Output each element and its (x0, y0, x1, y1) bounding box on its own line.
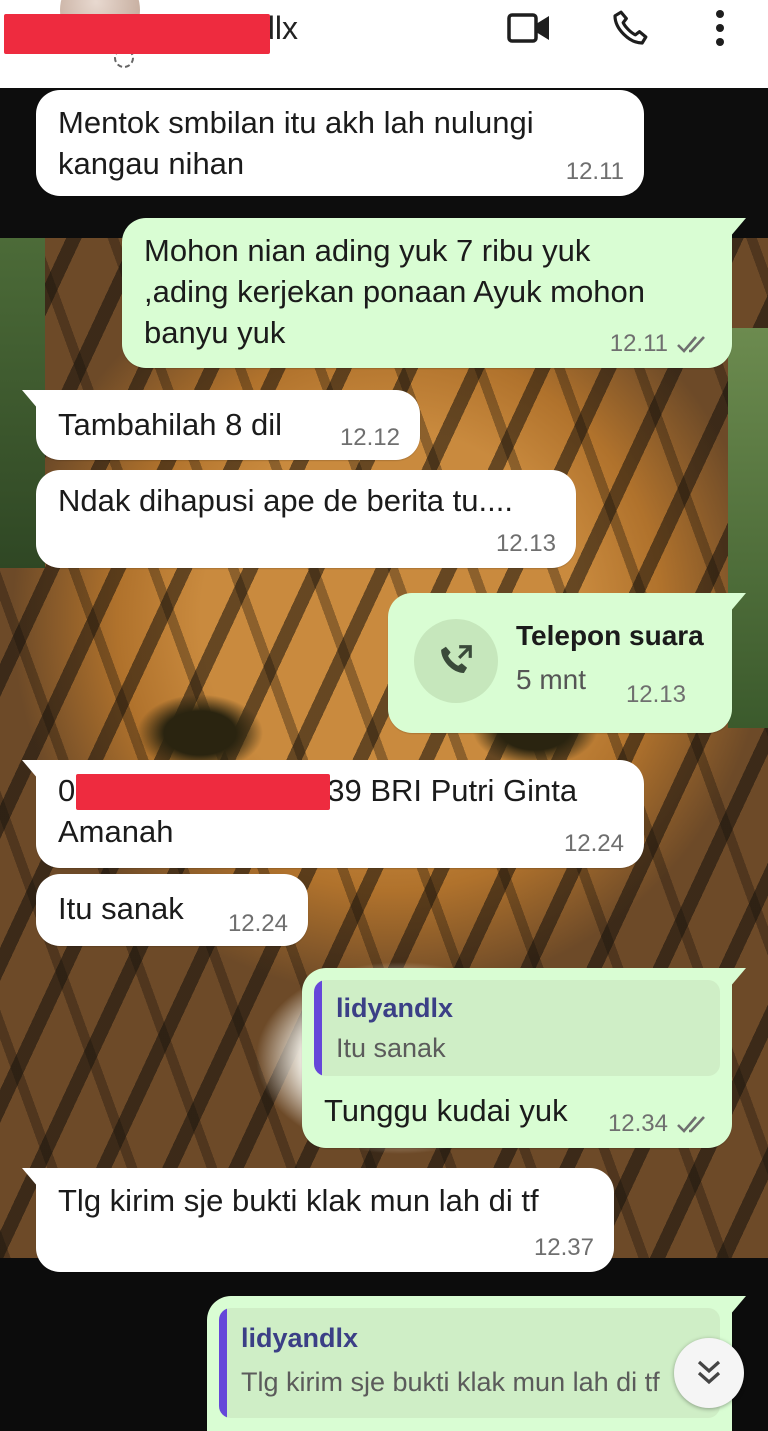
voice-call-bubble[interactable]: Telepon suara 5 mnt 12.13 (388, 593, 746, 733)
quote-text: Tlg kirim sje bukti klak mun lah di tf (241, 1367, 660, 1397)
outgoing-call-icon (441, 645, 472, 674)
message-time: 12.11 (609, 330, 668, 357)
chat-header: lidyandlx (0, 0, 768, 88)
message-bubble-incoming[interactable]: Ndak dihapusi ape de berita tu.... 12.13 (36, 470, 576, 568)
quote-accent-bar (219, 1308, 227, 1418)
account-holder: Amanah (58, 814, 174, 849)
message-meta: 12.24 (228, 910, 288, 938)
message-bubble-incoming[interactable]: Mentok smbilan itu akh lah nulungi kanga… (36, 90, 644, 196)
message-meta: 12.11 (566, 158, 624, 186)
message-bubble-outgoing[interactable]: Mohon nian ading yuk 7 ribu yuk ,ading k… (122, 218, 746, 368)
message-meta: 12.12 (340, 424, 400, 452)
message-text: Ndak dihapusi ape de berita tu.... (58, 483, 513, 518)
wallpaper-foliage-right (728, 328, 768, 728)
call-title: Telepon suara (516, 620, 704, 651)
message-time: 12.11 (565, 158, 624, 185)
account-number-prefix: 0 (58, 773, 76, 808)
video-call-icon[interactable] (505, 8, 553, 48)
message-bubble-incoming[interactable]: Tlg kirim sje bukti klak mun lah di tf 1… (22, 1168, 614, 1272)
double-chevron-down-icon (697, 1360, 721, 1385)
message-meta: 12.11 (610, 330, 712, 358)
voice-call-icon[interactable] (606, 8, 654, 48)
message-meta: 12.13 (626, 681, 686, 709)
call-duration: 5 mnt (516, 664, 587, 695)
message-time: 12.13 (495, 530, 556, 557)
account-bank-name: 39 BRI Putri Ginta (327, 773, 578, 808)
message-bubble-incoming[interactable]: Tambahilah 8 dil 12.12 (22, 390, 420, 460)
message-time: 12.24 (227, 910, 288, 937)
quoted-message[interactable]: lidyandlx Tlg kirim sje bukti klak mun l… (219, 1308, 720, 1418)
message-meta: 12.37 (534, 1234, 594, 1262)
message-time: 12.24 (563, 830, 624, 857)
message-text: Mentok smbilan itu akh lah nulungi kanga… (58, 105, 534, 181)
quote-author: lidyandlx (241, 1323, 359, 1353)
message-bubble-outgoing[interactable]: lidyandlx Tlg kirim sje bukti klak mun l… (207, 1296, 746, 1431)
message-bubble-incoming[interactable]: 0 39 BRI Putri Ginta Amanah 12.24 (22, 760, 644, 868)
scroll-to-bottom-button[interactable] (674, 1338, 744, 1408)
quoted-message[interactable]: lidyandlx Itu sanak (314, 980, 720, 1076)
read-receipt-icon (677, 336, 705, 353)
more-options-icon[interactable] (696, 8, 744, 48)
message-meta: 12.24 (564, 830, 624, 858)
redaction-mark (4, 14, 270, 54)
read-receipt-icon (677, 1116, 705, 1133)
message-bubble-outgoing[interactable]: lidyandlx Itu sanak Tunggu kudai yuk 12.… (302, 968, 746, 1148)
message-time: 12.13 (625, 681, 686, 708)
quote-author: lidyandlx (336, 993, 454, 1023)
quote-text: Itu sanak (336, 1033, 446, 1063)
message-time: 12.12 (339, 424, 400, 451)
message-bubble-incoming[interactable]: Itu sanak 12.24 (36, 874, 308, 946)
message-text: Mohon nian ading yuk 7 ribu yuk ,ading k… (144, 233, 645, 350)
message-meta: 12.13 (496, 530, 556, 558)
message-time: 12.34 (607, 1110, 668, 1137)
message-time: 12.37 (533, 1234, 594, 1261)
call-icon-circle (414, 619, 498, 703)
message-meta: 12.34 (608, 1110, 712, 1138)
message-text: Tlg kirim sje bukti klak mun lah di tf (58, 1183, 539, 1218)
quote-accent-bar (314, 980, 322, 1076)
redaction-mark (76, 774, 330, 810)
